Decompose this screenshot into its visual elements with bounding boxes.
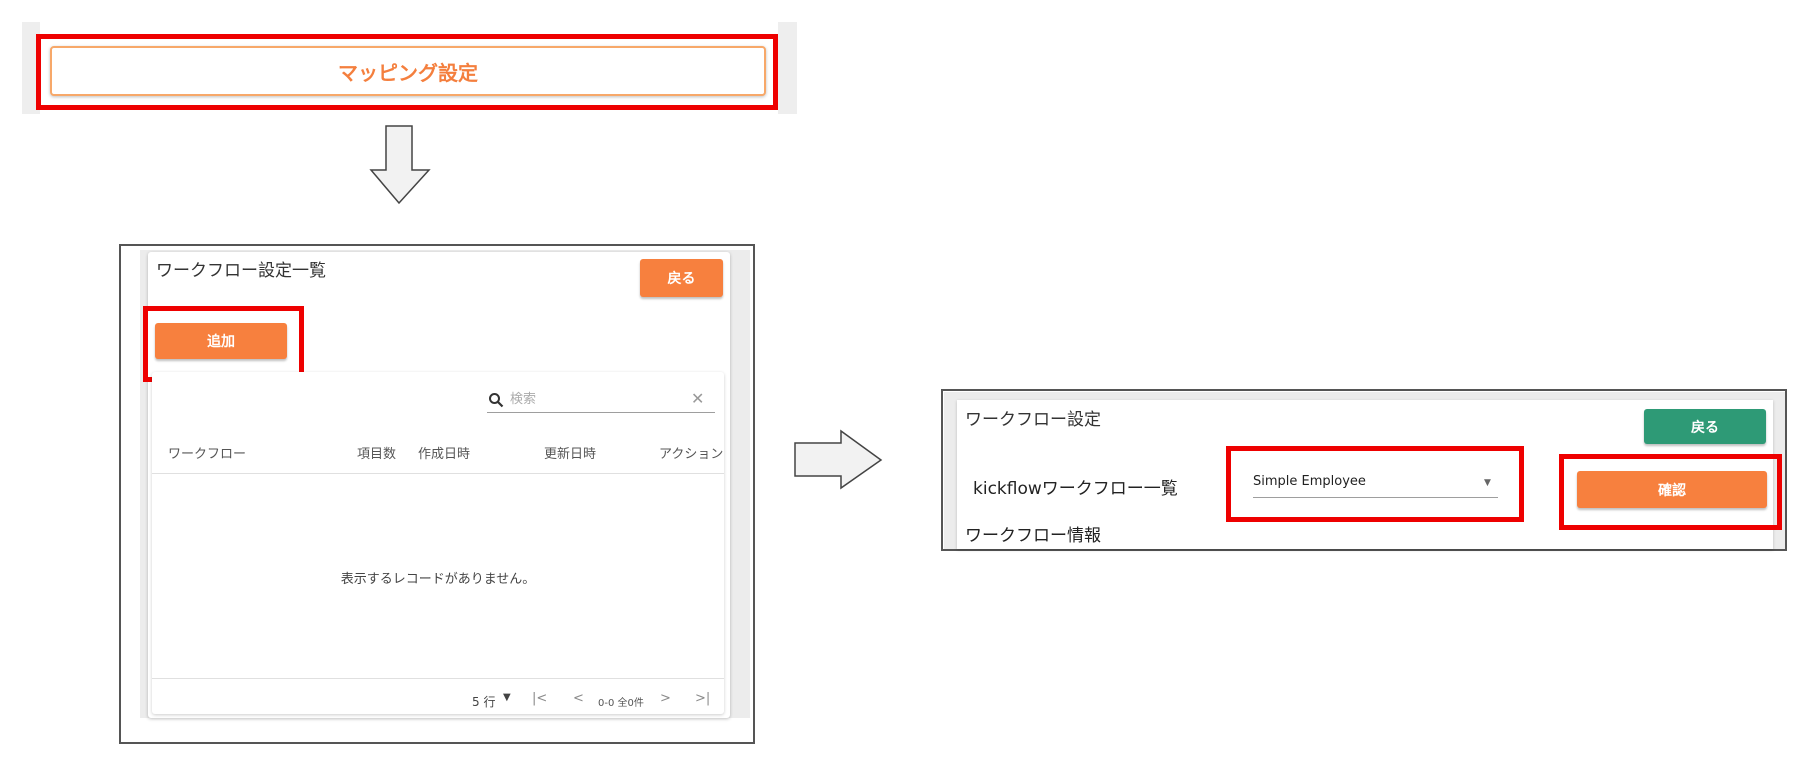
search-input[interactable] xyxy=(510,388,710,410)
highlight-add-button xyxy=(143,306,304,382)
next-page-icon[interactable]: > xyxy=(660,691,671,706)
search-icon xyxy=(489,393,504,408)
column-header-created-at[interactable]: 作成日時 xyxy=(418,443,470,462)
kickflow-workflow-list-label: kickflowワークフロー一覧 xyxy=(973,479,1178,499)
first-page-icon[interactable]: |< xyxy=(532,691,547,706)
down-arrow-icon xyxy=(369,125,431,205)
clear-icon[interactable]: ✕ xyxy=(691,391,704,407)
column-header-item-count[interactable]: 項目数 xyxy=(357,443,396,462)
right-arrow-icon xyxy=(794,429,883,490)
footer-divider xyxy=(152,678,724,679)
column-header-action: アクション xyxy=(659,447,724,462)
header-divider xyxy=(152,473,724,474)
column-header-updated-at[interactable]: 更新日時 xyxy=(544,443,596,462)
search-underline xyxy=(487,412,715,413)
highlight-workflow-select xyxy=(1226,446,1524,522)
workflow-info-label: ワークフロー情報 xyxy=(965,526,1101,546)
highlight-confirm-button xyxy=(1559,454,1782,530)
settings-title: ワークフロー設定 xyxy=(965,410,1101,430)
dropdown-caret-icon[interactable]: ▼ xyxy=(503,692,511,703)
rows-per-page-select[interactable]: 5 行 xyxy=(472,693,495,710)
back-button-green[interactable]: 戻る xyxy=(1644,409,1766,444)
back-button[interactable]: 戻る xyxy=(640,259,723,297)
empty-message: 表示するレコードがありません。 xyxy=(340,572,536,587)
highlight-mapping-button xyxy=(36,34,778,110)
page-title: ワークフロー設定一覧 xyxy=(156,261,326,281)
last-page-icon[interactable]: >| xyxy=(695,691,710,706)
column-header-workflow[interactable]: ワークフロー xyxy=(168,443,246,462)
pagination-range: 0-0 全0件 xyxy=(598,698,644,709)
prev-page-icon[interactable]: < xyxy=(573,691,584,706)
workflow-table xyxy=(152,372,724,714)
